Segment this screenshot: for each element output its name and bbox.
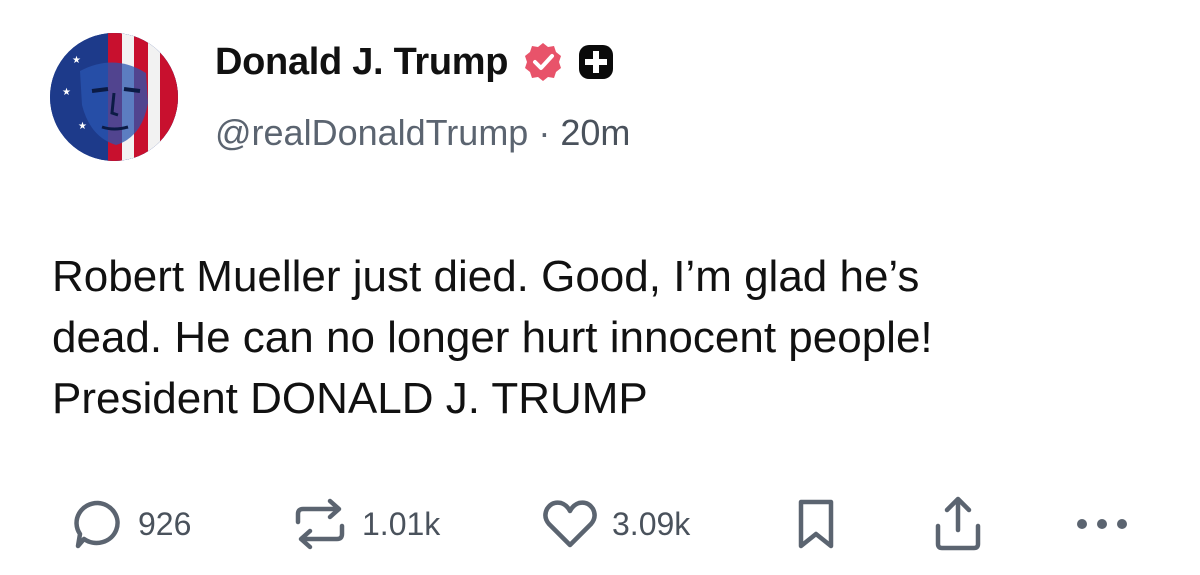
repost-button[interactable]: 1.01k — [290, 494, 440, 554]
reply-icon — [74, 500, 120, 549]
repost-icon — [295, 498, 345, 550]
bookmark-icon — [798, 499, 834, 549]
repost-count: 1.01k — [362, 505, 441, 542]
more-icon — [1077, 519, 1127, 529]
share-icon — [935, 496, 981, 551]
post-card: ★ ★ ★ Donald J. Trump @realDonaldTrump ·… — [0, 0, 1200, 575]
like-button[interactable]: 3.09k — [540, 494, 690, 554]
plus-badge-icon — [579, 45, 614, 79]
like-icon — [543, 500, 597, 548]
avatar[interactable]: ★ ★ ★ — [50, 33, 178, 161]
bookmark-button[interactable] — [792, 494, 840, 554]
post-text-line: Robert Mueller just died. Good, I’m glad… — [52, 252, 920, 301]
more-options-button[interactable] — [1072, 494, 1132, 554]
author-meta: @realDonaldTrump · 20m — [215, 112, 630, 154]
share-button[interactable] — [930, 494, 986, 554]
svg-text:★: ★ — [78, 121, 87, 132]
verified-badge-icon — [525, 43, 562, 81]
svg-text:★: ★ — [72, 55, 81, 66]
reply-button[interactable]: 926 — [70, 494, 191, 554]
like-count: 3.09k — [612, 505, 691, 542]
post-timestamp[interactable]: 20m — [560, 112, 630, 154]
author-name[interactable]: Donald J. Trump — [215, 41, 509, 84]
author-handle[interactable]: @realDonaldTrump — [215, 112, 528, 154]
post-text-line: dead. He can no longer hurt innocent peo… — [52, 313, 933, 362]
svg-text:★: ★ — [62, 87, 71, 98]
reply-count: 926 — [138, 505, 192, 542]
author-row: Donald J. Trump — [215, 34, 614, 90]
action-bar: 926 1.01k 3.09k — [0, 494, 1200, 554]
post-text: Robert Mueller just died. Good, I’m glad… — [52, 246, 1152, 429]
meta-separator: · — [538, 112, 551, 153]
post-text-line: President DONALD J. TRUMP — [52, 374, 648, 423]
avatar-image: ★ ★ ★ — [50, 33, 178, 161]
